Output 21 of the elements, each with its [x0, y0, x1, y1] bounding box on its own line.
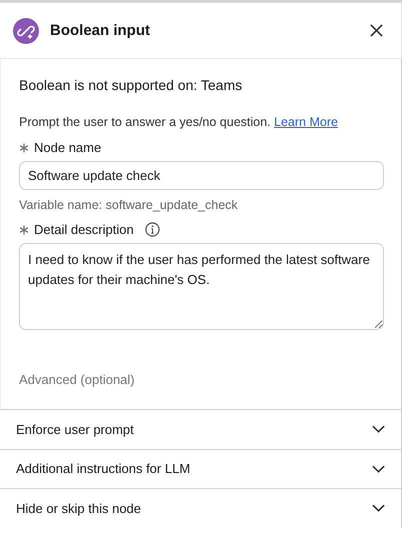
accordion-header[interactable]: Enforce user prompt	[0, 409, 402, 448]
notice-text: Boolean is not supported on: Teams	[19, 77, 244, 93]
intro-text: Prompt the user to answer a yes/no question.	[19, 115, 271, 129]
field-label: Detail description	[34, 222, 134, 237]
field-label: Node name	[34, 140, 102, 155]
variable-name-text: Variable name: software_update_check	[19, 198, 239, 212]
asterisk-icon	[19, 142, 29, 152]
chevron-icon	[372, 425, 385, 434]
info-icon[interactable]	[144, 222, 160, 237]
chevron-icon	[372, 504, 385, 512]
node-name-field[interactable]: Software update check	[19, 161, 384, 190]
close-icon	[370, 24, 383, 37]
accordion-header[interactable]: Additional instructions for LLM	[0, 448, 402, 488]
link-icon	[13, 18, 39, 44]
advanced-label: Advanced (optional)	[19, 372, 136, 387]
asterisk-icon	[19, 224, 29, 234]
panel-title: Boolean input	[50, 22, 151, 39]
description-field[interactable]: I need to know if the user has performed the latest software updates for their machine's OS.	[19, 243, 384, 330]
chevron-icon	[372, 464, 385, 473]
learn-more-link[interactable]: Learn More	[274, 115, 338, 129]
accordion-header[interactable]: Hide or skip this node	[0, 488, 402, 528]
